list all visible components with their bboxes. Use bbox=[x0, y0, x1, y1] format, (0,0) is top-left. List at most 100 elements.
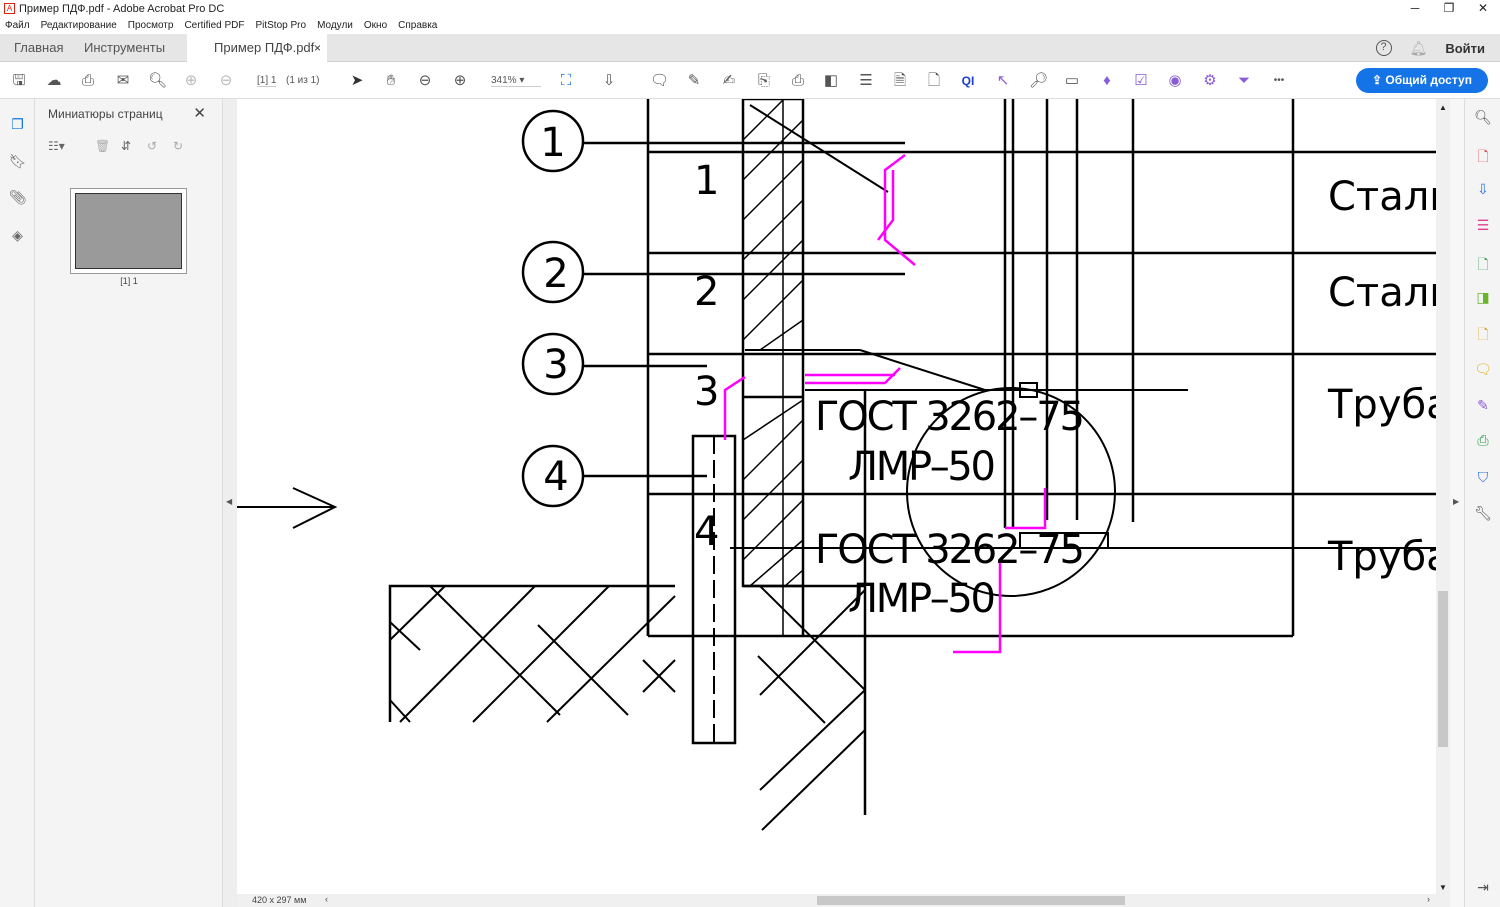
right-panel-collapse-handle[interactable]: ▶ bbox=[1450, 99, 1464, 907]
material-label: Труба bbox=[1327, 382, 1437, 428]
search-icon[interactable]: 🔍︎ bbox=[148, 72, 167, 90]
page-number-input[interactable]: [1] 1 bbox=[257, 75, 277, 87]
right-tools-rail: 🔍︎ 🗋︎ ⇩ ☰ 🗋︎ ◨ 🗋︎ 🗨︎ ✎ ⎙ ⛉ 🔧︎ ⇥ bbox=[1464, 99, 1500, 907]
more-tools-icon[interactable]: ••• bbox=[1270, 72, 1288, 90]
zoom-select[interactable]: 341% ▾ bbox=[491, 75, 541, 87]
export-pdf-icon[interactable]: ⇩ bbox=[1474, 181, 1492, 199]
fill-sign-icon[interactable]: ✎ bbox=[1474, 397, 1492, 415]
settings-icon[interactable]: ⚙ bbox=[1201, 72, 1219, 90]
arrow-tool-icon[interactable]: ↖ bbox=[994, 72, 1012, 90]
expand-panel-icon[interactable]: ⇥ bbox=[1474, 879, 1492, 897]
email-icon[interactable]: ✉ bbox=[114, 72, 132, 90]
share-button[interactable]: ⇪ Общий доступ bbox=[1356, 68, 1488, 93]
close-tab-icon[interactable]: × bbox=[314, 34, 321, 62]
menu-pitstop[interactable]: PitStop Pro bbox=[255, 20, 306, 31]
combine-files-icon[interactable]: 🗋︎ bbox=[1474, 254, 1492, 272]
create-pdf-icon[interactable]: 🗋︎ bbox=[1474, 146, 1492, 164]
scroll-up-icon[interactable]: ▲ bbox=[1439, 103, 1447, 112]
scroll-mode-icon[interactable]: ⇩ bbox=[600, 72, 618, 90]
document-view[interactable]: 1 2 3 4 1 2 3 4 ГОСТ 3262–75 ЛМР–50 ГОСТ… bbox=[237, 99, 1437, 894]
compare-icon[interactable]: ◨ bbox=[1474, 289, 1492, 307]
row-number: 4 bbox=[694, 509, 719, 555]
scan-icon[interactable]: ⎙ bbox=[789, 72, 807, 90]
material-label: Сталь bbox=[1328, 270, 1437, 316]
redact-icon[interactable]: ◧ bbox=[822, 72, 840, 90]
tab-tools[interactable]: Инструменты bbox=[84, 34, 165, 62]
help-icon[interactable]: ? bbox=[1375, 40, 1392, 56]
rotate-ccw-icon[interactable]: ↺ bbox=[147, 139, 157, 153]
menu-file[interactable]: Файл bbox=[5, 20, 30, 31]
menu-certified-pdf[interactable]: Certified PDF bbox=[184, 20, 244, 31]
pipe-size-label: ЛМР–50 bbox=[848, 444, 996, 490]
close-window-button[interactable]: ✕ bbox=[1466, 0, 1500, 17]
menu-view[interactable]: Просмотр bbox=[128, 20, 174, 31]
print-icon[interactable]: ⎙ bbox=[79, 72, 97, 90]
left-rail: ❐ 🔖︎ 📎︎ ◈ bbox=[0, 99, 35, 907]
form-icon[interactable]: ☰ bbox=[857, 72, 875, 90]
attachment-icon[interactable]: 📎︎ bbox=[9, 189, 27, 206]
restore-button[interactable]: ❐ bbox=[1432, 0, 1466, 17]
options-menu-icon[interactable]: ☷▾ bbox=[48, 139, 65, 153]
close-panel-icon[interactable]: ✕ bbox=[193, 104, 206, 122]
page-count: (1 из 1) bbox=[286, 75, 320, 86]
page-thumbnails-icon[interactable]: ❐ bbox=[9, 116, 26, 133]
horizontal-scroll-thumb[interactable] bbox=[817, 896, 1125, 905]
check-icon[interactable]: ☑ bbox=[1132, 72, 1150, 90]
menu-help[interactable]: Справка bbox=[398, 20, 437, 31]
scroll-down-icon[interactable]: ▼ bbox=[1439, 883, 1447, 892]
scroll-right-icon[interactable]: › bbox=[1427, 894, 1430, 904]
vertical-scrollbar[interactable]: ▲ ▼ bbox=[1436, 99, 1450, 894]
tools-wrench-icon[interactable]: 🔧︎ bbox=[1474, 505, 1492, 523]
toolbar: 🖫 ☁ ⎙ ✉ 🔍︎ ⊕ ⊖ [1] 1 (1 из 1) ➤ ✋︎ ⊖ ⊕ 3… bbox=[0, 62, 1500, 99]
acrobat-logo-icon: A bbox=[4, 3, 15, 14]
next-page-icon[interactable]: ⊖ bbox=[217, 72, 235, 90]
edit-pdf-icon[interactable]: 🗋︎ bbox=[1474, 324, 1492, 342]
horizontal-scrollbar[interactable]: 420 x 297 мм ‹ › bbox=[237, 894, 1450, 907]
insert-page-icon[interactable]: ⇵ bbox=[121, 139, 131, 153]
zoom-in-icon[interactable]: ⊕ bbox=[451, 72, 469, 90]
sign-icon[interactable]: ✍︎ bbox=[720, 72, 738, 90]
bell-icon[interactable]: 🔔︎ bbox=[1410, 40, 1428, 57]
qi-icon[interactable]: QI bbox=[959, 72, 977, 90]
prev-page-icon[interactable]: ⊕ bbox=[182, 72, 200, 90]
organize-icon[interactable]: 🗎︎ bbox=[891, 72, 909, 90]
menu-plugins[interactable]: Модули bbox=[317, 20, 353, 31]
fit-page-icon[interactable]: ⛶ bbox=[557, 72, 575, 90]
tab-home[interactable]: Главная bbox=[14, 34, 63, 62]
row-number: 3 bbox=[694, 369, 719, 415]
minimize-button[interactable]: ─ bbox=[1398, 0, 1432, 17]
protect-icon[interactable]: ⛉ bbox=[1474, 469, 1492, 487]
color-icon[interactable]: ◉ bbox=[1166, 72, 1184, 90]
compress-icon[interactable]: 🗋︎ bbox=[925, 72, 943, 90]
pipe-size-label: ЛМР–50 bbox=[848, 576, 996, 622]
left-panel-collapse-handle[interactable]: ◀ bbox=[223, 99, 237, 907]
hand-icon[interactable]: ✋︎ bbox=[382, 72, 400, 90]
page-thumbnail[interactable] bbox=[70, 188, 187, 274]
save-icon[interactable]: 🖫 bbox=[10, 72, 28, 90]
eyedropper-icon[interactable]: ♦ bbox=[1098, 72, 1116, 90]
layers-icon[interactable]: ◈ bbox=[9, 227, 26, 244]
highlight-icon[interactable]: ✎ bbox=[685, 72, 703, 90]
scroll-left-icon[interactable]: ‹ bbox=[325, 894, 328, 904]
measure-icon[interactable]: ▭ bbox=[1063, 72, 1081, 90]
bookmark-icon[interactable]: 🔖︎ bbox=[9, 153, 27, 170]
share-label: Общий доступ bbox=[1385, 73, 1472, 87]
filter-icon[interactable]: ⏷ bbox=[1235, 72, 1253, 90]
zoom-out-icon[interactable]: ⊖ bbox=[416, 72, 434, 90]
delete-page-icon[interactable]: 🗑︎ bbox=[95, 139, 110, 153]
select-cursor-icon[interactable]: ➤ bbox=[348, 72, 366, 90]
preflight-icon[interactable]: 🔎︎ bbox=[1029, 72, 1048, 90]
rotate-cw-icon[interactable]: ↻ bbox=[173, 139, 183, 153]
organize-pages-icon[interactable]: ☰ bbox=[1474, 217, 1492, 235]
upload-cloud-icon[interactable]: ☁ bbox=[45, 72, 63, 90]
menu-window[interactable]: Окно bbox=[364, 20, 387, 31]
print-production-icon[interactable]: ⎙ bbox=[1474, 432, 1492, 450]
vertical-scroll-thumb[interactable] bbox=[1438, 591, 1448, 747]
export-icon[interactable]: ⎘ bbox=[755, 72, 773, 90]
zoom-tool-icon[interactable]: 🔍︎ bbox=[1474, 109, 1492, 127]
signin-button[interactable]: Войти bbox=[1445, 41, 1485, 56]
menu-edit[interactable]: Редактирование bbox=[41, 20, 117, 31]
comment-icon[interactable]: 🗨︎ bbox=[650, 72, 669, 90]
tab-document[interactable]: Пример ПДФ.pdf × bbox=[187, 34, 327, 63]
comment-tool-icon[interactable]: 🗨︎ bbox=[1474, 361, 1492, 379]
